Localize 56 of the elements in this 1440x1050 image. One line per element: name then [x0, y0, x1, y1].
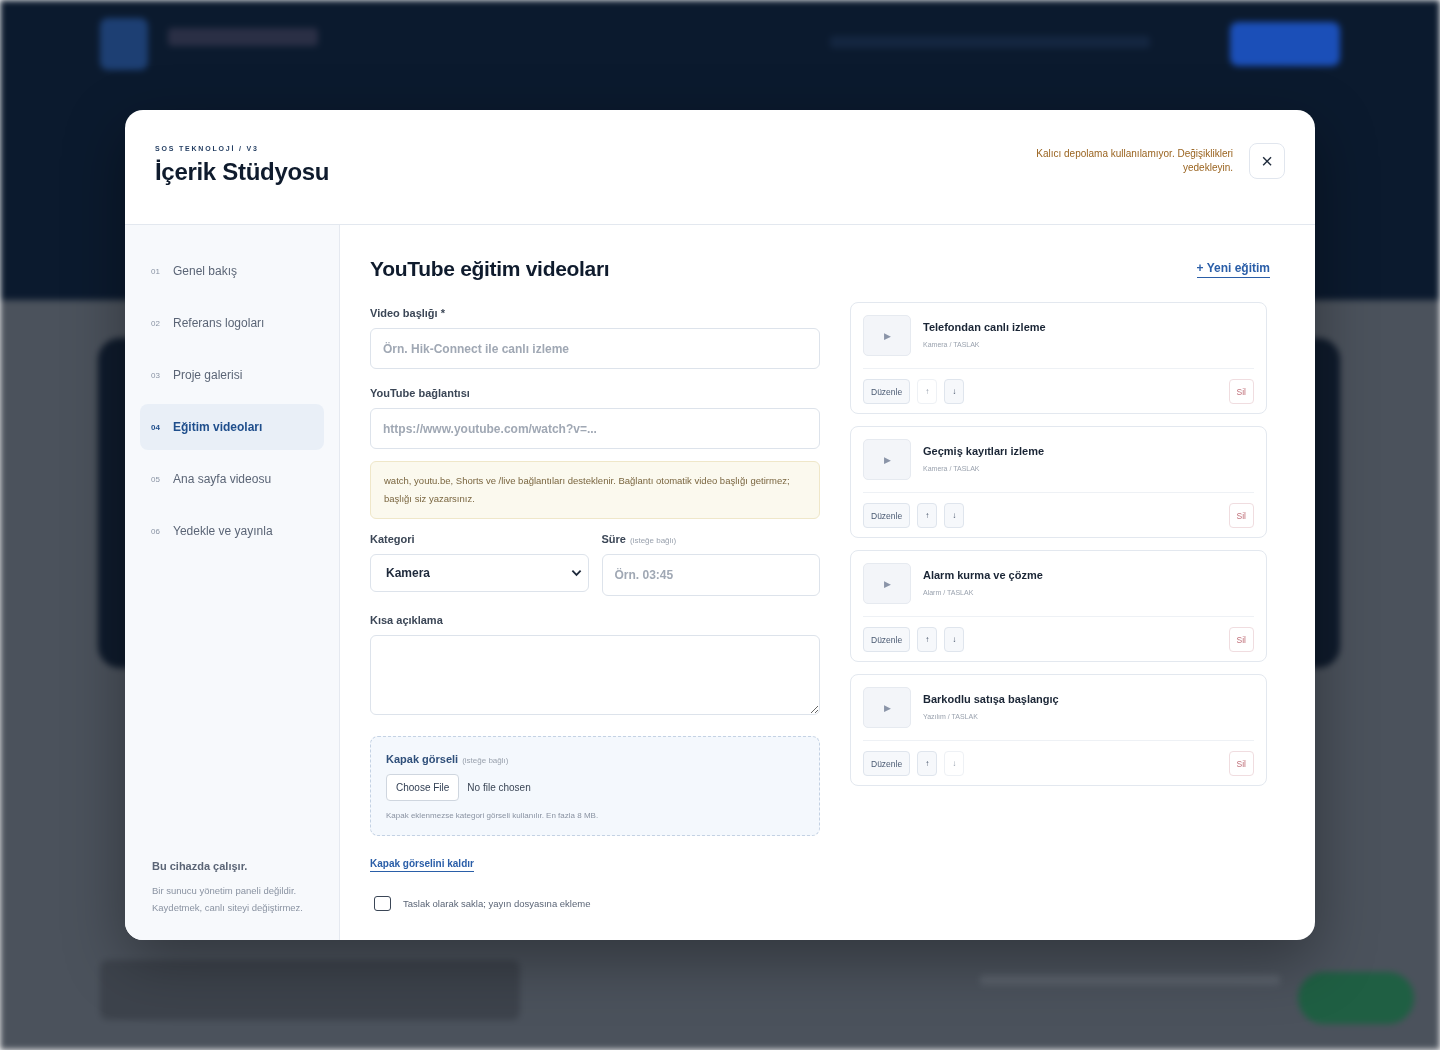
edit-button[interactable]: Düzenle: [863, 503, 911, 528]
field-label: Kısa açıklama: [370, 614, 444, 626]
draft-label: Taslak olarak sakla; yayın dosyasına ekleme: [403, 898, 591, 909]
new-tutorial-link[interactable]: + Yeni eğitim: [1196, 260, 1270, 278]
sidebar-item[interactable]: 04 Eğitim videoları: [140, 404, 324, 450]
field-label: Kapak görseli: [386, 753, 459, 765]
delete-button[interactable]: Sil: [1228, 751, 1254, 776]
category-select[interactable]: Kamera: [370, 554, 589, 592]
delete-button[interactable]: Sil: [1228, 379, 1254, 404]
section-title: YouTube eğitim videoları: [370, 257, 610, 281]
cover-help-text: Kapak eklenmezse kategori görseli kullanılır. En fazla 8 MB.: [386, 811, 600, 820]
chevron-icon: [570, 569, 582, 577]
video-title: Telefondan canlı izleme: [923, 321, 1046, 333]
title-field[interactable]: Örn. Hik-Connect ile canlı izleme: [370, 328, 820, 369]
video-title: Alarm kurma ve çözme: [923, 569, 1043, 581]
move-down-button[interactable]: ↓: [944, 503, 965, 528]
video-thumbnail: ▶: [863, 687, 911, 728]
field-label: YouTube bağlantısı: [370, 387, 471, 399]
choose-file-button[interactable]: Choose File: [386, 774, 460, 801]
draft-checkbox[interactable]: [374, 896, 391, 911]
edit-button[interactable]: Düzenle: [863, 379, 911, 404]
hint-box: watch, youtu.be, Shorts ve /live bağlantıları desteklenir. Bağlantı otomatik video başlığı getirmez; başlığı siz yazarsınız.: [370, 461, 820, 519]
link-field[interactable]: https://www.youtube.com/watch?v=...: [370, 408, 820, 449]
optional-note: (isteğe bağlı): [629, 536, 677, 545]
field-label: Video başlığı *: [370, 307, 446, 319]
video-title: Geçmiş kayıtları izleme: [923, 445, 1045, 457]
edit-button[interactable]: Düzenle: [863, 751, 911, 776]
close-button[interactable]: ×: [1249, 143, 1285, 179]
delete-button[interactable]: Sil: [1228, 503, 1254, 528]
sidebar-item[interactable]: 05 Ana sayfa videosu: [140, 456, 324, 502]
edit-button[interactable]: Düzenle: [863, 627, 911, 652]
video-thumbnail: ▶: [863, 563, 911, 604]
move-up-button[interactable]: ↑: [917, 627, 938, 652]
description-field[interactable]: [370, 635, 820, 715]
sidebar-item[interactable]: 03 Proje galerisi: [140, 352, 324, 398]
remove-cover-link[interactable]: Kapak görselini kaldır: [370, 858, 474, 872]
delete-button[interactable]: Sil: [1228, 627, 1254, 652]
optional-note: (isteğe bağlı): [462, 756, 509, 765]
video-thumbnail: ▶: [863, 315, 911, 356]
move-up-button[interactable]: ↑: [917, 751, 938, 776]
duration-field[interactable]: Örn. 03:45: [601, 554, 820, 596]
sidebar-item[interactable]: 01 Genel bakış: [140, 248, 324, 294]
note-text: Bir sunucu yönetim paneli değildir. Kaydetmek, canlı siteyi değiştirmez.: [152, 884, 304, 915]
file-status: No file chosen: [467, 782, 531, 793]
storage-warning: Kalıcı depolama kullanılamıyor. Değişiklikleri yedekleyin.: [1035, 147, 1233, 175]
field-label: Kategori: [370, 533, 416, 545]
move-down-button[interactable]: ↓: [944, 627, 965, 652]
note-title: Bu cihazda çalışır.: [152, 860, 249, 872]
field-label: Süre: [601, 533, 626, 545]
video-title: Barkodlu satışa başlangıç: [923, 693, 1059, 705]
move-down-button[interactable]: ↓: [944, 379, 965, 404]
modal-title: İçerik Stüdyosu: [155, 157, 330, 186]
sidebar-item[interactable]: 06 Yedekle ve yayınla: [140, 508, 324, 554]
video-thumbnail: ▶: [863, 439, 911, 480]
sidebar-item[interactable]: 02 Referans logoları: [140, 300, 324, 346]
move-up-button[interactable]: ↑: [917, 503, 938, 528]
